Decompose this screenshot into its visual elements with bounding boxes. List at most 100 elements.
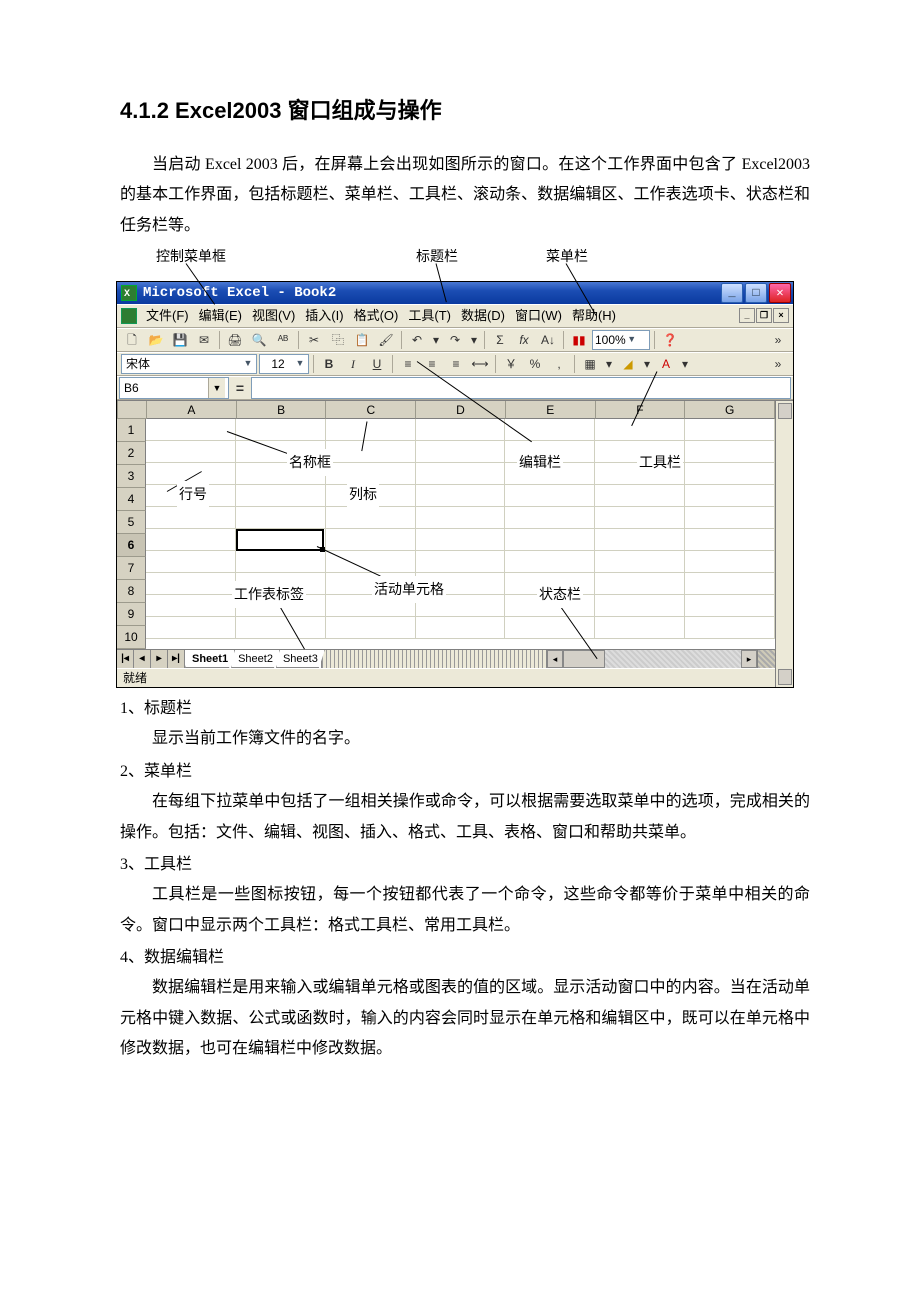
mail-icon[interactable]: ✉ <box>193 329 215 351</box>
comma-button[interactable]: , <box>548 353 570 375</box>
fill-dropdown[interactable]: ▾ <box>641 353 653 375</box>
help-icon[interactable]: ❓ <box>659 329 681 351</box>
cell[interactable] <box>685 595 775 617</box>
cell[interactable] <box>595 507 685 529</box>
redo-dropdown-icon[interactable]: ▾ <box>468 329 480 351</box>
cell[interactable] <box>146 507 236 529</box>
cell[interactable] <box>416 463 506 485</box>
cell[interactable] <box>146 529 236 551</box>
cell[interactable] <box>685 441 775 463</box>
cell[interactable] <box>416 551 506 573</box>
row-header[interactable]: 4 <box>117 488 146 511</box>
borders-button[interactable]: ▦ <box>579 353 601 375</box>
menu-file[interactable]: 文件(F) <box>141 304 194 328</box>
cell[interactable] <box>505 507 595 529</box>
row-header[interactable]: 5 <box>117 511 146 534</box>
cell[interactable] <box>595 617 685 639</box>
cell[interactable] <box>685 485 775 507</box>
cell[interactable] <box>416 485 506 507</box>
redo-icon[interactable]: ↷ <box>444 329 466 351</box>
row-header[interactable]: 1 <box>117 419 146 442</box>
row-header[interactable]: 7 <box>117 557 146 580</box>
cell[interactable] <box>685 617 775 639</box>
align-right-button[interactable]: ≡ <box>445 353 467 375</box>
align-left-button[interactable]: ≡ <box>397 353 419 375</box>
cut-icon[interactable]: ✂ <box>303 329 325 351</box>
font-name-combo[interactable]: 宋体 ▼ <box>121 354 257 374</box>
cell[interactable] <box>595 551 685 573</box>
column-header[interactable]: B <box>237 401 327 419</box>
column-header[interactable]: G <box>685 401 775 419</box>
minimize-button[interactable]: _ <box>721 283 743 303</box>
cell[interactable] <box>146 551 236 573</box>
cell[interactable] <box>685 419 775 441</box>
cell[interactable] <box>146 617 236 639</box>
chart-icon[interactable]: ▮▮ <box>568 329 590 351</box>
open-icon[interactable]: 📂 <box>145 329 167 351</box>
name-box-dropdown[interactable]: ▼ <box>208 378 225 398</box>
toolbar-more-icon[interactable]: » <box>767 329 789 351</box>
cell[interactable] <box>685 573 775 595</box>
cell[interactable] <box>146 419 236 441</box>
cell[interactable] <box>416 507 506 529</box>
cell[interactable] <box>236 551 326 573</box>
cell[interactable] <box>595 529 685 551</box>
cell[interactable] <box>595 573 685 595</box>
select-all-corner[interactable] <box>117 401 147 419</box>
print-icon[interactable]: 🖨 <box>224 329 246 351</box>
cell[interactable] <box>505 551 595 573</box>
cell[interactable] <box>326 419 416 441</box>
row-header[interactable]: 10 <box>117 626 146 649</box>
cell[interactable] <box>685 507 775 529</box>
cell[interactable] <box>146 441 236 463</box>
font-color-button[interactable]: A <box>655 353 677 375</box>
cell[interactable] <box>505 419 595 441</box>
row-header[interactable]: 3 <box>117 465 146 488</box>
sort-icon[interactable]: A↓ <box>537 329 559 351</box>
sheet-tab[interactable]: Sheet2 <box>231 650 280 668</box>
cell[interactable] <box>505 485 595 507</box>
menu-data[interactable]: 数据(D) <box>456 304 510 328</box>
fill-color-button[interactable]: ◢ <box>617 353 639 375</box>
cell[interactable] <box>326 507 416 529</box>
cell[interactable] <box>326 551 416 573</box>
tab-nav-first[interactable]: |◂ <box>117 650 134 668</box>
vertical-scrollbar[interactable] <box>775 401 793 687</box>
menu-format[interactable]: 格式(O) <box>349 304 404 328</box>
cell[interactable] <box>505 529 595 551</box>
cell[interactable] <box>326 529 416 551</box>
cell[interactable] <box>416 617 506 639</box>
function-icon[interactable]: fx <box>513 329 535 351</box>
merge-center-button[interactable]: ⟷ <box>469 353 491 375</box>
tab-nav-next[interactable]: ▸ <box>151 650 168 668</box>
column-header[interactable]: A <box>147 401 237 419</box>
font-size-combo[interactable]: 12 ▼ <box>259 354 309 374</box>
new-icon[interactable]: 🗋 <box>121 329 143 351</box>
preview-icon[interactable]: 🔍 <box>248 329 270 351</box>
fmt-toolbar-more-icon[interactable]: » <box>767 353 789 375</box>
menu-window[interactable]: 窗口(W) <box>510 304 567 328</box>
cell[interactable] <box>236 507 326 529</box>
row-header[interactable]: 2 <box>117 442 146 465</box>
document-icon[interactable] <box>121 308 137 324</box>
maximize-button[interactable]: □ <box>745 283 767 303</box>
row-header[interactable]: 9 <box>117 603 146 626</box>
name-box[interactable]: ▼ <box>119 377 229 399</box>
cell[interactable] <box>685 529 775 551</box>
zoom-combo[interactable]: 100% ▼ <box>592 330 650 350</box>
undo-icon[interactable]: ↶ <box>406 329 428 351</box>
currency-button[interactable]: ￥ <box>500 353 522 375</box>
formula-input[interactable] <box>251 377 791 399</box>
cell[interactable] <box>595 419 685 441</box>
borders-dropdown[interactable]: ▾ <box>603 353 615 375</box>
app-icon[interactable] <box>121 285 137 301</box>
name-box-input[interactable] <box>120 381 208 395</box>
cell[interactable] <box>146 595 236 617</box>
close-button[interactable]: ✕ <box>769 283 791 303</box>
paste-icon[interactable]: 📋 <box>351 329 373 351</box>
cell[interactable] <box>236 617 326 639</box>
row-header[interactable]: 6 <box>117 534 146 557</box>
doc-restore-button[interactable]: ❐ <box>756 308 772 323</box>
cell[interactable] <box>595 595 685 617</box>
doc-close-button[interactable]: × <box>773 308 789 323</box>
